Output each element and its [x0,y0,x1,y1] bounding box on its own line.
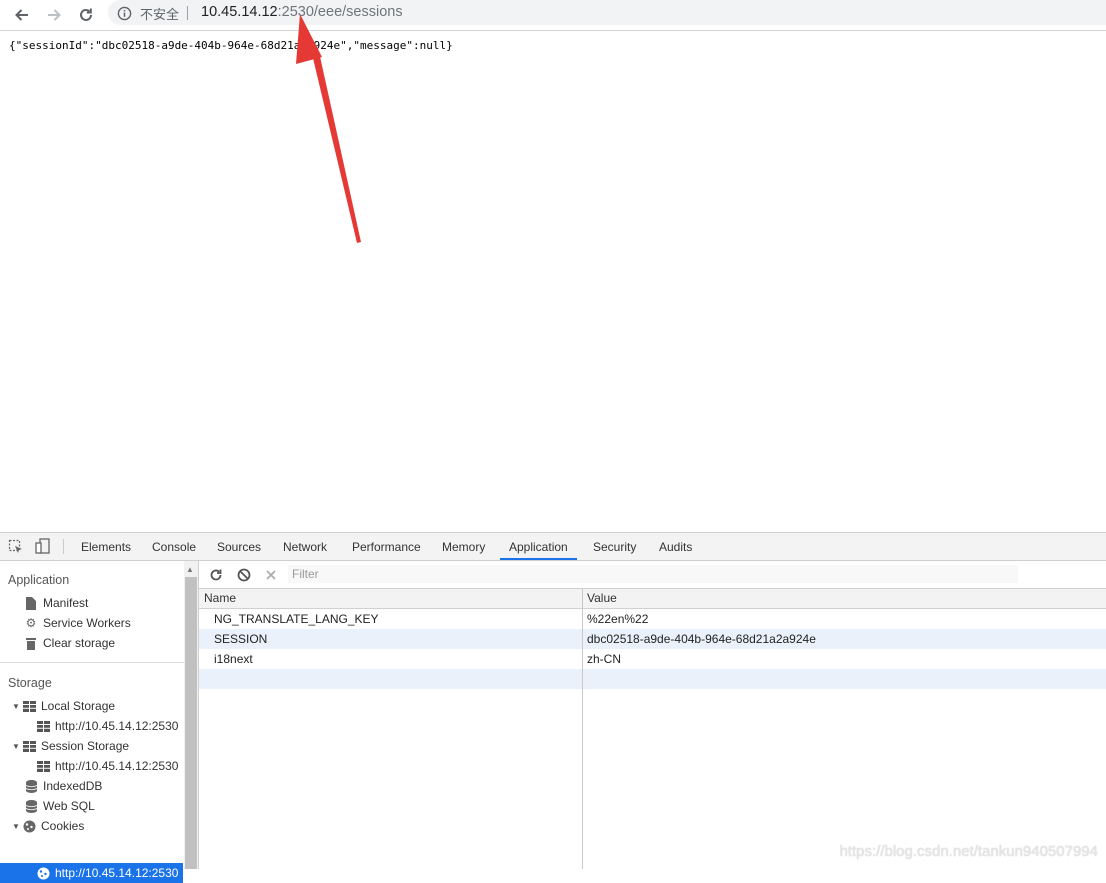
sidebar-section-storage: Storage [8,676,52,690]
table-row-empty[interactable] [199,669,1106,689]
filter-input[interactable] [288,565,1018,583]
sidebar-item-clear-storage[interactable]: Clear storage [24,633,115,653]
refresh-icon[interactable] [207,566,225,584]
expand-triangle-icon[interactable]: ▼ [12,822,22,831]
sidebar-item-label: http://10.45.14.12:2530 [55,759,179,773]
sidebar-item-local-storage[interactable]: ▼ Local Storage [12,696,115,716]
expand-triangle-icon[interactable]: ▼ [12,742,22,751]
tab-application[interactable]: Application [500,533,577,560]
sidebar-item-manifest[interactable]: Manifest [24,593,88,613]
sidebar-item-label: Clear storage [43,636,116,650]
sidebar-item-indexeddb[interactable]: IndexedDB [24,776,102,796]
clear-all-icon[interactable] [235,566,253,584]
tab-security[interactable]: Security [584,533,645,560]
reload-icon[interactable] [74,3,98,27]
cookies-table: Name Value NG_TRANSLATE_LANG_KEY %22en%2… [199,589,1106,869]
sidebar-item-service-workers[interactable]: ⚙ Service Workers [24,613,131,633]
expand-triangle-icon[interactable]: ▼ [12,702,22,711]
sidebar-item-label: Session Storage [41,739,130,753]
application-sidebar: ▲ Application Manifest ⚙ Service Workers … [0,561,199,883]
sidebar-item-label: http://10.45.14.12:2530 [55,719,179,733]
tab-separator [63,539,64,554]
grid-icon [36,760,50,772]
sidebar-item-label: IndexedDB [43,779,103,793]
site-security-indicator[interactable]: 不安全 [117,4,198,22]
url-port: :2530 [277,4,314,20]
cookie-icon [22,820,36,833]
grid-icon [36,720,50,732]
table-row[interactable]: SESSION dbc02518-a9de-404b-964e-68d21a2a… [199,629,1106,649]
tab-elements[interactable]: Elements [72,533,140,560]
sidebar-item-local-storage-origin[interactable]: http://10.45.14.12:2530 [36,716,178,736]
sidebar-scrollbar-thumb[interactable] [185,577,197,869]
tab-sources[interactable]: Sources [208,533,270,560]
grid-icon [22,700,36,712]
cookie-value: dbc02518-a9de-404b-964e-68d21a2a924e [587,632,816,646]
column-divider[interactable] [582,589,583,869]
url-path: /eee/sessions [313,4,403,20]
tab-network[interactable]: Network [274,533,336,560]
cookie-icon [36,867,50,880]
sidebar-item-label: Web SQL [43,799,95,813]
tab-console[interactable]: Console [143,533,205,560]
sidebar-item-label: Local Storage [41,699,116,713]
cookie-value: zh-CN [587,652,622,666]
database-icon [24,779,38,793]
sidebar-item-label: http://10.45.14.12:2530 [55,866,179,880]
sidebar-item-websql[interactable]: Web SQL [24,796,95,816]
sidebar-item-label: Cookies [41,819,85,833]
watermark-text: https://blog.csdn.net/tankun940507994 [839,843,1098,860]
sidebar-item-session-storage-origin[interactable]: http://10.45.14.12:2530 [36,756,178,776]
inspect-element-icon[interactable] [8,539,24,560]
cookie-name: NG_TRANSLATE_LANG_KEY [214,612,379,626]
url-host: 10.45.14.12 [201,4,278,20]
gear-icon: ⚙ [25,616,37,630]
browser-toolbar: 不安全 10.45.14.12:2530/eee/sessions [0,0,1106,31]
info-icon [117,6,132,20]
table-row[interactable]: i18next zh-CN [199,649,1106,669]
cookie-value: %22en%22 [587,612,649,626]
tab-audits[interactable]: Audits [650,533,701,560]
sidebar-divider [0,662,184,663]
scroll-up-arrow-icon[interactable]: ▲ [186,565,194,574]
sidebar-item-cookies-origin[interactable]: http://10.45.14.12:2530 [36,863,178,883]
tab-memory[interactable]: Memory [433,533,494,560]
table-row[interactable]: NG_TRANSLATE_LANG_KEY %22en%22 [199,609,1106,629]
sidebar-item-session-storage[interactable]: ▼ Session Storage [12,736,129,756]
database-icon [24,799,38,813]
devtools-panel: Elements Console Sources Network Perform… [0,532,1106,883]
column-header-value[interactable]: Value [582,589,617,608]
trash-icon [24,637,38,650]
sidebar-item-label: Manifest [43,596,89,610]
grid-icon [22,740,36,752]
url-text[interactable]: 10.45.14.12:2530/eee/sessions [201,3,403,21]
device-toolbar-icon[interactable] [35,538,51,560]
devtools-tab-bar: Elements Console Sources Network Perform… [0,533,1106,561]
column-header-name[interactable]: Name [199,589,236,608]
table-header: Name Value [199,589,1106,609]
json-response-text: {"sessionId":"dbc02518-a9de-404b-964e-68… [9,39,453,52]
security-label: 不安全 [140,6,180,22]
sidebar-item-cookies[interactable]: ▼ Cookies [12,816,84,836]
document-icon [24,596,38,610]
delete-selected-icon[interactable] [262,566,280,584]
cookie-name: SESSION [214,632,268,646]
cookie-name: i18next [214,652,253,666]
cookie-toolbar [199,561,1106,589]
sidebar-section-application: Application [8,573,70,587]
sidebar-item-label: Service Workers [43,616,131,630]
back-arrow-icon[interactable] [10,3,34,27]
cookies-pane: Name Value NG_TRANSLATE_LANG_KEY %22en%2… [199,561,1106,869]
omnibox-divider [187,6,189,20]
forward-arrow-icon[interactable] [42,3,66,27]
tab-performance[interactable]: Performance [343,533,430,560]
